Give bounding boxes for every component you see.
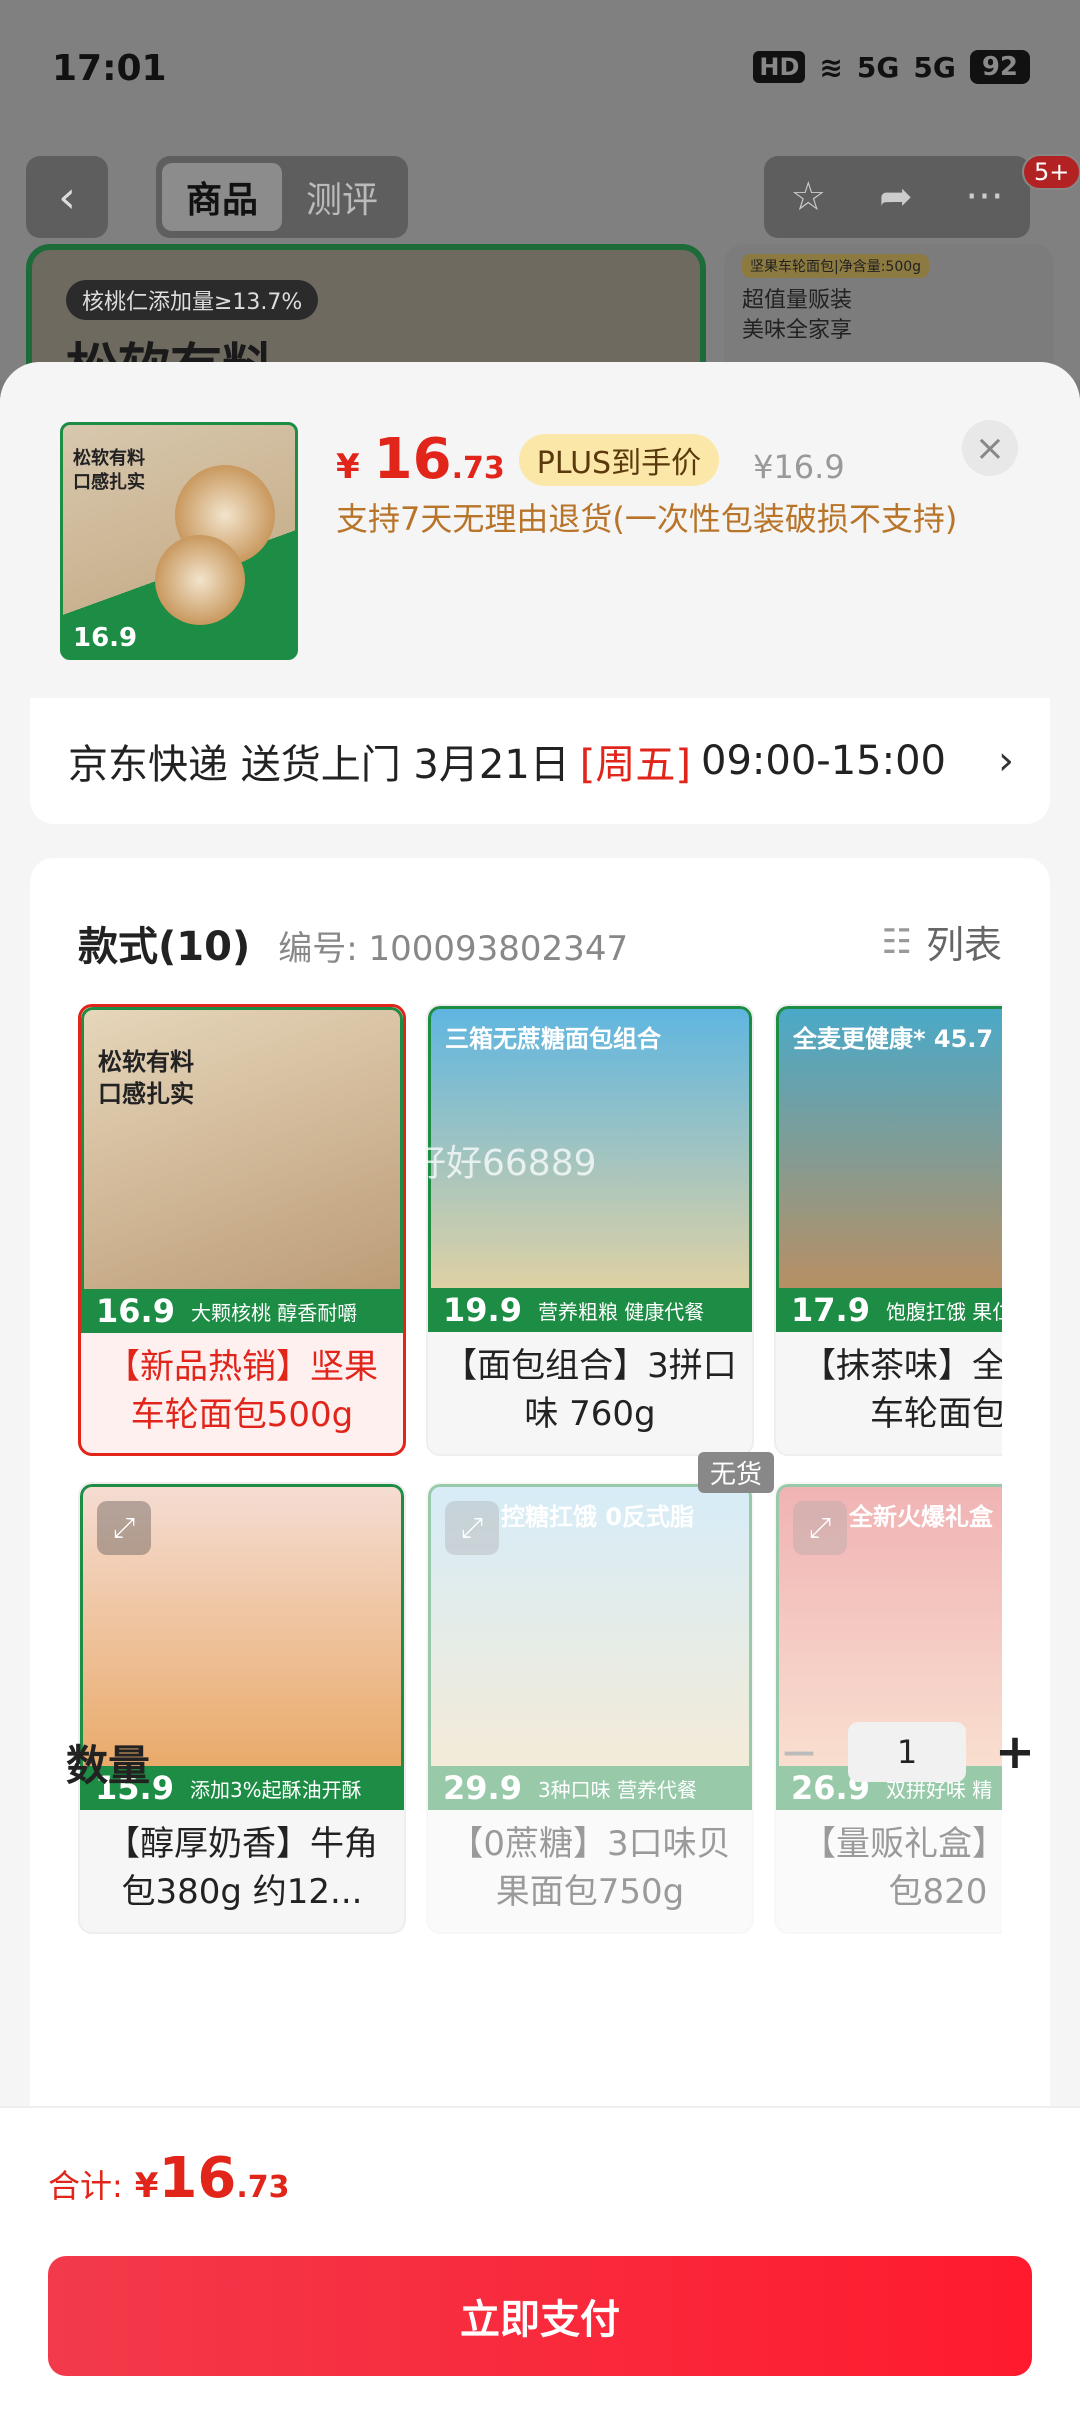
message-badge: 5+ bbox=[1022, 154, 1080, 190]
bg-product-tag: 核桃仁添加量≥13.7% bbox=[66, 280, 319, 320]
style-image-line: 松软有料 bbox=[98, 1048, 194, 1076]
style-label: 【面包组合】3拼口味 760g bbox=[443, 1346, 737, 1434]
hd-icon: HD bbox=[753, 51, 806, 83]
style-label: 【抹茶味】全麦果车轮面包 bbox=[802, 1346, 1002, 1434]
price-row: ¥ 16 .73 PLUS到手价 ¥16.9 bbox=[336, 427, 845, 492]
list-icon: ☷ bbox=[881, 921, 912, 962]
soldout-badge: 无货 bbox=[698, 1452, 775, 1493]
status-time: 17:01 bbox=[52, 48, 167, 89]
style-header: 款式(10) 编号: 100093802347 bbox=[78, 914, 628, 972]
close-button[interactable]: × bbox=[962, 420, 1018, 476]
style-label: 【0蔗糖】3口味贝果面包750g bbox=[449, 1824, 731, 1912]
product-thumbnail[interactable]: 松软有料 口感扎实 16.9 bbox=[60, 422, 298, 660]
expand-icon[interactable]: ⤢ bbox=[97, 1501, 151, 1555]
style-image-text: 三箱无蔗糖面包组合 bbox=[445, 1025, 661, 1053]
style-image: 松软有料 口感扎实 16.9 大颗核桃 醇香耐嚼 bbox=[81, 1007, 403, 1333]
plus-price-badge: PLUS到手价 bbox=[518, 433, 720, 486]
bg-side-text: 超值量贩装 美味全家享 bbox=[742, 286, 1036, 346]
tab-review[interactable]: 测评 bbox=[282, 163, 402, 231]
status-bar: 17:01 HD ≋ 5G 5G 92 bbox=[0, 0, 1080, 140]
chevron-right-icon: › bbox=[998, 738, 1014, 784]
signal-icon-2: 5G bbox=[913, 50, 956, 84]
expand-icon[interactable]: ⤢ bbox=[445, 1501, 499, 1555]
quantity-row: 数量 − 1 + bbox=[0, 1702, 1080, 1812]
price-symbol: ¥ bbox=[336, 447, 360, 487]
style-image-text: 松软有料 口感扎实 bbox=[98, 1046, 194, 1110]
price-integer: 16 bbox=[373, 427, 452, 492]
increase-button[interactable]: + bbox=[990, 1724, 1040, 1780]
total-decimal: .73 bbox=[236, 2170, 290, 2205]
delivery-weekday: [周五] bbox=[579, 742, 691, 788]
signal-icon: 5G bbox=[856, 50, 900, 84]
expand-icon[interactable]: ⤢ bbox=[793, 1501, 847, 1555]
total-integer: 16 bbox=[158, 2146, 237, 2211]
style-band-text: 饱腹扛饿 果仁添 bbox=[885, 1299, 1002, 1324]
checkout-footer: 合计: ¥ 16 .73 立即支付 bbox=[0, 2108, 1080, 2412]
style-option[interactable]: 松软有料 口感扎实 16.9 大颗核桃 醇香耐嚼 【新品热销】坚果车轮面包500… bbox=[78, 1004, 406, 1456]
style-price-band: 19.9 营养粗粮 健康代餐 bbox=[431, 1288, 749, 1332]
style-option[interactable]: 三箱无蔗糖面包组合 19.9 营养粗粮 健康代餐 【面包组合】3拼口味 760g bbox=[426, 1004, 754, 1456]
list-view-toggle[interactable]: ☷ 列表 bbox=[882, 914, 1003, 969]
style-price: 17.9 bbox=[791, 1291, 870, 1329]
total-label: 合计: bbox=[48, 2167, 123, 2205]
quantity-stepper: − 1 + bbox=[774, 1722, 1040, 1782]
style-image: 全麦更健康* 45.7 17.9 饱腹扛饿 果仁添 bbox=[776, 1006, 1002, 1332]
style-price: 19.9 bbox=[443, 1291, 522, 1329]
bg-side-line: 超值量贩装 bbox=[742, 288, 853, 313]
style-title: 款式(10) bbox=[78, 924, 251, 970]
list-label: 列表 bbox=[925, 923, 1002, 967]
style-label: 【量贩礼盒】牛角包820 bbox=[802, 1824, 1002, 1912]
style-image-line: 口感扎实 bbox=[98, 1080, 194, 1108]
quantity-label: 数量 bbox=[66, 1741, 151, 1790]
sku-number: 编号: 100093802347 bbox=[278, 929, 629, 969]
star-icon[interactable]: ☆ bbox=[790, 174, 826, 220]
battery-icon: 92 bbox=[969, 50, 1030, 84]
more-icon[interactable]: ··· bbox=[965, 174, 1003, 220]
watermark: 好好66889 bbox=[410, 1143, 597, 1184]
nav-tabs: 商品 测评 bbox=[156, 156, 408, 238]
thumb-text: 松软有料 口感扎实 bbox=[73, 447, 145, 495]
delivery-time: 09:00-15:00 bbox=[701, 738, 946, 784]
delivery-row[interactable]: 京东快递 送货上门 3月21日 [周五] 09:00-15:00 › bbox=[30, 698, 1050, 824]
original-price: ¥16.9 bbox=[753, 448, 845, 486]
purchase-sheet: 松软有料 口感扎实 16.9 ¥ 16 .73 PLUS到手价 ¥16.9 支持… bbox=[0, 362, 1080, 2412]
thumb-line: 松软有料 bbox=[73, 448, 145, 469]
share-icon[interactable]: ➦ bbox=[879, 174, 913, 220]
back-button[interactable]: ‹ bbox=[26, 156, 108, 238]
thumb-price: 16.9 bbox=[73, 623, 138, 653]
close-icon: × bbox=[974, 427, 1006, 469]
delivery-prefix: 京东快递 送货上门 3月21日 bbox=[68, 742, 570, 788]
style-price: 16.9 bbox=[96, 1292, 175, 1330]
style-image-text: 全新火爆礼盒 bbox=[849, 1503, 993, 1531]
style-band-text: 营养粗粮 健康代餐 bbox=[537, 1299, 705, 1324]
style-band-text: 大颗核桃 醇香耐嚼 bbox=[190, 1300, 358, 1325]
total-row: 合计: ¥ 16 .73 bbox=[48, 2146, 290, 2211]
style-card: 款式(10) 编号: 100093802347 ☷ 列表 松软有料 口感扎实 1… bbox=[30, 858, 1050, 2168]
status-icons: HD ≋ 5G 5G 92 bbox=[753, 50, 1030, 84]
nav-actions: ☆ ➦ ··· bbox=[764, 156, 1030, 238]
return-policy: 支持7天无理由退货(一次性包装破损不支持) bbox=[336, 500, 958, 538]
style-price-band: 16.9 大颗核桃 醇香耐嚼 bbox=[84, 1289, 400, 1333]
bg-side-line: 美味全家享 bbox=[742, 318, 853, 343]
style-label: 【新品热销】坚果车轮面包500g bbox=[106, 1347, 378, 1435]
quantity-input[interactable]: 1 bbox=[848, 1722, 966, 1782]
style-image-text: 全麦更健康* 45.7 bbox=[793, 1025, 994, 1053]
decrease-button[interactable]: − bbox=[774, 1725, 824, 1779]
wifi-icon: ≋ bbox=[819, 50, 843, 84]
style-option[interactable]: 全麦更健康* 45.7 17.9 饱腹扛饿 果仁添 【抹茶味】全麦果车轮面包 bbox=[774, 1004, 1002, 1456]
tab-product[interactable]: 商品 bbox=[162, 163, 282, 231]
price-decimal: .73 bbox=[451, 451, 505, 486]
style-label: 【醇厚奶香】牛角包380g 约12... bbox=[106, 1824, 378, 1912]
style-image-text: 控糖扛饿 0反式脂 bbox=[501, 1503, 695, 1531]
thumb-line: 口感扎实 bbox=[73, 472, 145, 493]
bg-side-tag: 坚果车轮面包|净含量:500g bbox=[742, 254, 930, 278]
total-symbol: ¥ bbox=[134, 2166, 159, 2206]
style-price-band: 17.9 饱腹扛饿 果仁添 bbox=[779, 1288, 1002, 1332]
pay-now-button[interactable]: 立即支付 bbox=[48, 2256, 1032, 2376]
sheet-header: 松软有料 口感扎实 16.9 ¥ 16 .73 PLUS到手价 ¥16.9 支持… bbox=[0, 362, 1080, 702]
bread-image bbox=[155, 535, 245, 625]
chevron-left-icon: ‹ bbox=[58, 171, 76, 223]
